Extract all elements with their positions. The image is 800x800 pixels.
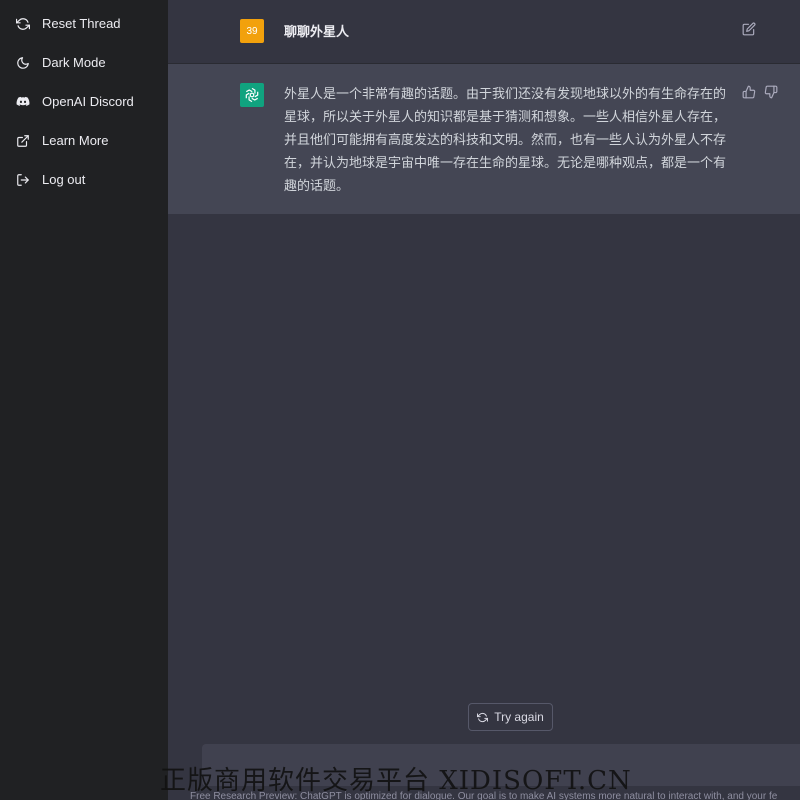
refresh-icon <box>16 17 30 31</box>
user-message-text: 聊聊外星人 <box>284 24 350 39</box>
app-window: Reset Thread Dark Mode OpenAI Discord Le… <box>0 0 800 800</box>
sidebar-item-log-out[interactable]: Log out <box>0 160 168 199</box>
discord-icon <box>16 95 30 109</box>
logout-icon <box>16 173 30 187</box>
user-message-row: 39 聊聊外星人 <box>168 0 800 64</box>
sidebar-item-label: Log out <box>42 172 86 187</box>
try-again-button[interactable]: Try again <box>468 703 553 731</box>
assistant-message-row: 外星人是一个非常有趣的话题。由于我们还没有发现地球以外的有生命存在的星球，所以关… <box>168 64 800 214</box>
sidebar-item-dark-mode[interactable]: Dark Mode <box>0 43 168 82</box>
sidebar: Reset Thread Dark Mode OpenAI Discord Le… <box>0 0 168 800</box>
thumbs-down-icon[interactable] <box>764 85 778 99</box>
chat-main: 39 聊聊外星人 外星人是一个非常有趣的话题。由于我们还没有发现地球以外的有生命… <box>168 0 800 800</box>
sidebar-item-label: Dark Mode <box>42 55 106 70</box>
external-link-icon <box>16 134 30 148</box>
watermark-text: 正版商用软件交易平台 XIDISOFT.CN <box>160 766 632 796</box>
assistant-message-text: 外星人是一个非常有趣的话题。由于我们还没有发现地球以外的有生命存在的星球，所以关… <box>284 86 727 193</box>
user-avatar: 39 <box>240 19 264 43</box>
sidebar-item-label: Reset Thread <box>42 16 121 31</box>
refresh-icon <box>477 712 489 722</box>
openai-logo-icon <box>240 83 264 107</box>
sidebar-item-label: OpenAI Discord <box>42 94 134 109</box>
try-again-label: Try again <box>494 710 544 724</box>
sidebar-item-label: Learn More <box>42 133 109 148</box>
sidebar-item-openai-discord[interactable]: OpenAI Discord <box>0 82 168 121</box>
sidebar-item-reset-thread[interactable]: Reset Thread <box>0 4 168 43</box>
sidebar-item-learn-more[interactable]: Learn More <box>0 121 168 160</box>
edit-icon[interactable] <box>742 22 756 36</box>
moon-icon <box>16 56 30 70</box>
thumbs-up-icon[interactable] <box>742 85 756 99</box>
